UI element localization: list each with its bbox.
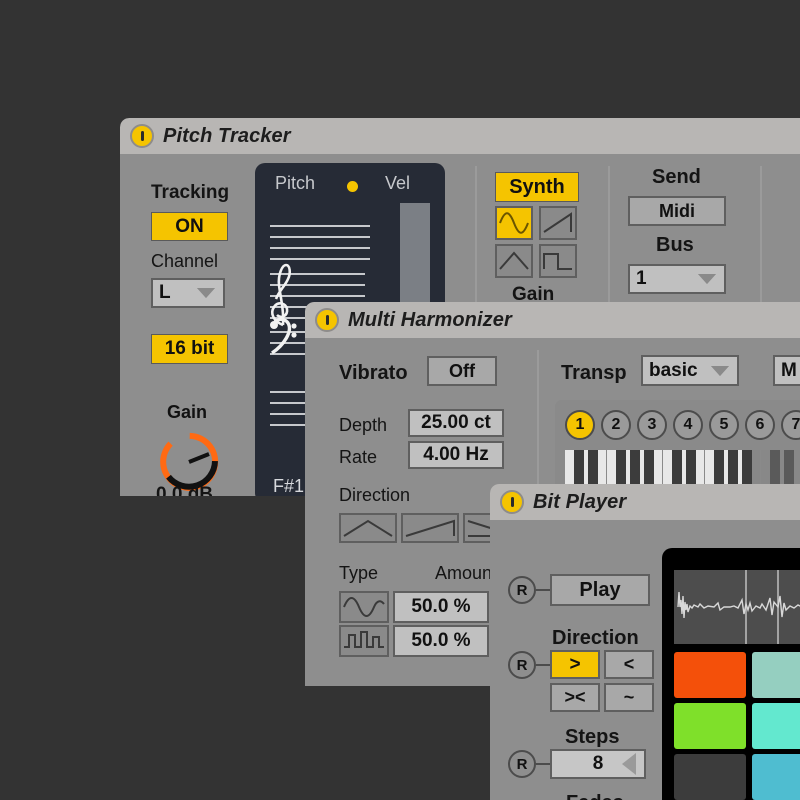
pitch-display-label: Pitch: [275, 173, 316, 193]
waveform-saw-button[interactable]: [539, 206, 577, 240]
voice-button-6[interactable]: 6: [745, 410, 775, 440]
synth-button[interactable]: Synth: [495, 172, 579, 202]
direction-pingpong-button[interactable]: ><: [550, 683, 600, 712]
send-label: Send: [652, 166, 701, 188]
voice-button-5[interactable]: 5: [709, 410, 739, 440]
wire: [536, 589, 550, 591]
window-title: Multi Harmonizer: [348, 308, 512, 331]
bit-depth-button[interactable]: 16 bit: [151, 334, 228, 364]
bus-value: 1: [636, 268, 647, 289]
waveform-triangle-button[interactable]: [495, 244, 533, 278]
bass-clef-icon: [270, 317, 297, 355]
chevron-down-icon: [197, 288, 215, 298]
window-title: Bit Player: [533, 490, 627, 513]
bit-player-body: R Play Direction R > < >< ~ Steps R 8 Fa…: [490, 520, 800, 800]
voice-button-7[interactable]: 7: [781, 410, 800, 440]
rate-label: Rate: [339, 447, 378, 467]
reset-steps-button[interactable]: R: [508, 750, 536, 778]
tracking-on-button[interactable]: ON: [151, 212, 228, 241]
steps-label: Steps: [565, 726, 620, 748]
waveform-square-button[interactable]: [539, 244, 577, 278]
power-led-icon[interactable]: [315, 308, 339, 332]
direction-forward-button[interactable]: >: [550, 650, 600, 679]
clip-pad-6[interactable]: [752, 754, 800, 800]
activity-led-icon: [347, 181, 358, 192]
vel-display-label: Vel: [385, 173, 411, 193]
note-value: F#1: [273, 476, 305, 496]
gain-label: Gain: [167, 402, 208, 422]
rate-value[interactable]: 4.00 Hz: [408, 441, 504, 469]
clip-pad-area[interactable]: [662, 548, 800, 800]
clip-pad-1[interactable]: [674, 652, 746, 698]
amount-label: Amount: [435, 563, 498, 583]
depth-value[interactable]: 25.00 ct: [408, 409, 504, 437]
direction-label: Direction: [339, 485, 411, 505]
voice-button-2[interactable]: 2: [601, 410, 631, 440]
clip-pad-3[interactable]: [674, 703, 746, 749]
play-button[interactable]: Play: [550, 574, 650, 606]
voice-button-3[interactable]: 3: [637, 410, 667, 440]
bp-direction-label: Direction: [552, 627, 639, 649]
type-square-button[interactable]: [339, 625, 389, 657]
tracking-label: Tracking: [151, 182, 230, 203]
depth-label: Depth: [339, 415, 388, 435]
power-led-icon[interactable]: [500, 490, 524, 514]
window-title: Pitch Tracker: [163, 124, 291, 147]
direction-triangle-button[interactable]: [339, 513, 397, 543]
type-sine-button[interactable]: [339, 591, 389, 623]
channel-value: L: [159, 282, 171, 303]
power-led-icon[interactable]: [130, 124, 154, 148]
bus-label: Bus: [656, 234, 694, 256]
clip-pad-4[interactable]: [752, 703, 800, 749]
direction-backward-button[interactable]: <: [604, 650, 654, 679]
clip-pad-5[interactable]: [674, 754, 746, 800]
amount-value-2[interactable]: 50.0 %: [393, 625, 489, 657]
voice-selector: 1 2 3 4 5 6 7 8: [565, 410, 800, 440]
bus-dropdown[interactable]: 1: [628, 264, 726, 294]
reset-play-button[interactable]: R: [508, 576, 536, 604]
direction-random-button[interactable]: ~: [604, 683, 654, 712]
amount-value-1[interactable]: 50.0 %: [393, 591, 489, 623]
steps-value[interactable]: 8: [550, 749, 646, 779]
gain-value: 0.0 dB: [156, 484, 214, 496]
steps-number: 8: [592, 753, 604, 774]
transp-extra-dropdown[interactable]: M: [773, 355, 800, 386]
direction-ramp-up-button[interactable]: [401, 513, 459, 543]
titlebar-multi-harmonizer[interactable]: Multi Harmonizer: [305, 302, 800, 338]
transp-mode-value: basic: [649, 359, 698, 381]
fades-label: Fades: [566, 792, 624, 800]
channel-dropdown[interactable]: L: [151, 278, 225, 308]
type-label: Type: [339, 563, 379, 583]
clip-pad-2[interactable]: [752, 652, 800, 698]
vibrato-state-button[interactable]: Off: [427, 356, 497, 386]
transp-label: Transp: [561, 362, 627, 384]
wire: [536, 664, 550, 666]
transp-extra-value: M: [781, 359, 797, 381]
chevron-down-icon: [698, 274, 716, 284]
chevron-left-icon: [622, 753, 636, 775]
wire: [536, 763, 550, 765]
window-bit-player[interactable]: Bit Player R Play Direction R > < >< ~ S…: [490, 484, 800, 800]
voice-button-4[interactable]: 4: [673, 410, 703, 440]
vibrato-label: Vibrato: [339, 362, 408, 384]
waveform-display[interactable]: [674, 570, 800, 644]
voice-button-1[interactable]: 1: [565, 410, 595, 440]
send-type-button[interactable]: Midi: [628, 196, 726, 226]
waveform-sine-button[interactable]: [495, 206, 533, 240]
reset-direction-button[interactable]: R: [508, 651, 536, 679]
desktop-background: Pitch Tracker Tracking ON Channel L 16 b…: [0, 0, 800, 800]
channel-label: Channel: [151, 251, 219, 271]
titlebar-bit-player[interactable]: Bit Player: [490, 484, 800, 520]
chevron-down-icon: [711, 365, 729, 376]
titlebar-pitch-tracker[interactable]: Pitch Tracker: [120, 118, 800, 154]
transp-mode-dropdown[interactable]: basic: [641, 355, 739, 386]
